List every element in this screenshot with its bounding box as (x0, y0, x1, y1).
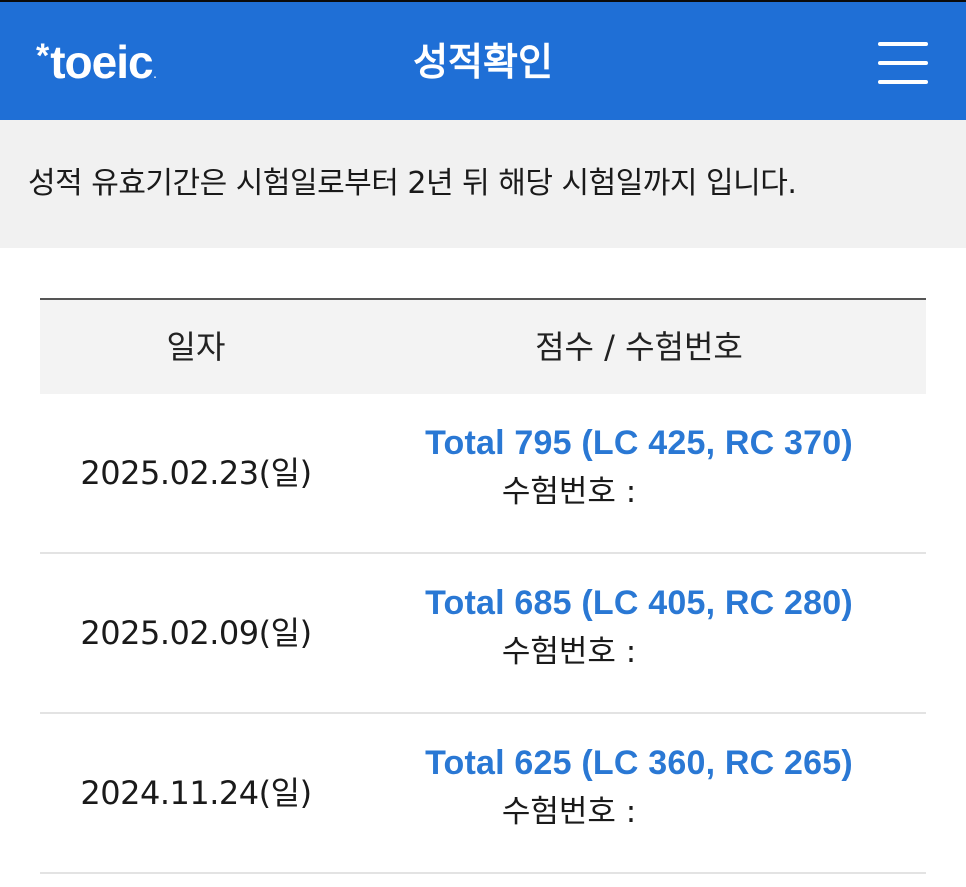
score-link[interactable]: Total 625 (LC 360, RC 265) (352, 742, 926, 784)
asterisk-icon: * (36, 37, 49, 75)
table-header: 일자 점수 / 수험번호 (40, 298, 926, 394)
column-header-score: 점수 / 수험번호 (535, 328, 743, 366)
exam-date: 2025.02.23(일) (80, 454, 312, 492)
score-cell: Total 625 (LC 360, RC 265) 수험번호 : (352, 742, 926, 834)
menu-line (878, 61, 928, 65)
exam-number-label: 수험번호 : (501, 794, 637, 830)
menu-line (878, 42, 928, 46)
score-table: 일자 점수 / 수험번호 2025.02.23(일) Total 795 (LC… (40, 298, 926, 874)
exam-number: 수험번호 : (352, 630, 926, 674)
toeic-logo[interactable]: *toeic. (36, 32, 157, 106)
score-link[interactable]: Total 685 (LC 405, RC 280) (352, 582, 926, 624)
logo-dot: . (153, 70, 157, 81)
score-cell: Total 795 (LC 425, RC 370) 수험번호 : (352, 422, 926, 514)
app-header: *toeic. 성적확인 (0, 0, 966, 120)
menu-line (878, 80, 928, 84)
table-row: 2025.02.09(일) Total 685 (LC 405, RC 280)… (40, 554, 926, 714)
table-row: 2024.11.24(일) Total 625 (LC 360, RC 265)… (40, 714, 926, 874)
hamburger-menu-icon[interactable] (874, 38, 932, 88)
validity-notice: 성적 유효기간은 시험일로부터 2년 뒤 해당 시험일까지 입니다. (0, 120, 966, 248)
exam-number: 수험번호 : (352, 470, 926, 514)
exam-number-label: 수험번호 : (501, 634, 637, 670)
column-header-date: 일자 (166, 328, 226, 366)
masked-exam-number (646, 798, 777, 829)
exam-date: 2025.02.09(일) (80, 614, 312, 652)
score-cell: Total 685 (LC 405, RC 280) 수험번호 : (352, 582, 926, 674)
masked-exam-number (646, 478, 777, 509)
notice-text: 성적 유효기간은 시험일로부터 2년 뒤 해당 시험일까지 입니다. (28, 166, 797, 201)
exam-number-label: 수험번호 : (501, 474, 637, 510)
exam-date: 2024.11.24(일) (80, 774, 312, 812)
exam-number: 수험번호 : (352, 790, 926, 834)
score-link[interactable]: Total 795 (LC 425, RC 370) (352, 422, 926, 464)
logo-text: toeic (50, 36, 153, 88)
table-row: 2025.02.23(일) Total 795 (LC 425, RC 370)… (40, 394, 926, 554)
masked-exam-number (646, 638, 777, 669)
